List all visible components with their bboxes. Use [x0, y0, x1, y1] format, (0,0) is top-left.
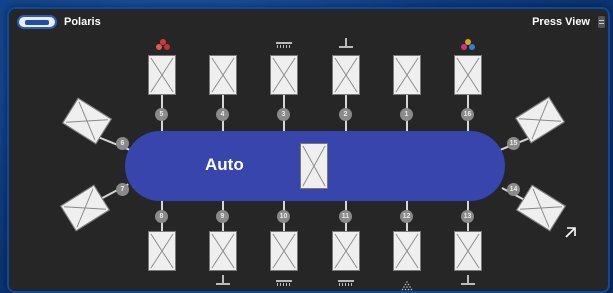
press-view-panel: Polaris Press View Auto 5 4 3 2 1 16 8 9…: [7, 7, 610, 293]
slot-number-badge: 8: [155, 210, 168, 223]
top-bar: Polaris Press View: [7, 7, 610, 35]
rail-heater-icon: [276, 279, 292, 287]
slot-1[interactable]: [393, 55, 421, 95]
slot-8[interactable]: [148, 231, 176, 271]
red-tricolor-dots-icon: [156, 39, 170, 51]
bus-slot[interactable]: [300, 143, 328, 189]
slot-10[interactable]: [270, 231, 298, 271]
slot-number-badge: 9: [216, 210, 229, 223]
company-logo: [17, 15, 57, 29]
slot-number-badge: 15: [507, 137, 520, 150]
slot-number-badge: 4: [216, 108, 229, 121]
slot-number-badge: 6: [116, 137, 129, 150]
slot-number-badge: 16: [461, 108, 474, 121]
slot-number-badge: 12: [400, 210, 413, 223]
slot-number-badge: 2: [339, 108, 352, 121]
slot-number-badge: 11: [339, 210, 352, 223]
slot-3[interactable]: [270, 55, 298, 95]
stand-icon: [339, 38, 353, 48]
slot-4[interactable]: [209, 55, 237, 95]
slot-number-badge: 13: [461, 210, 474, 223]
rail-heater-icon: [276, 41, 292, 49]
triangle-dots-icon: [401, 278, 413, 291]
slot-11[interactable]: [332, 231, 360, 271]
slot-12[interactable]: [393, 231, 421, 271]
stand-icon: [461, 275, 475, 285]
slot-number-badge: 1: [400, 108, 413, 121]
multicolor-dots-icon: [461, 39, 475, 51]
slot-14[interactable]: [516, 184, 566, 232]
slot-number-badge: 10: [277, 210, 290, 223]
slot-2[interactable]: [332, 55, 360, 95]
slot-6[interactable]: [62, 97, 112, 145]
rail-heater-icon: [338, 279, 354, 287]
slot-number-badge: 14: [507, 183, 520, 196]
stand-icon: [216, 275, 230, 285]
slot-number-badge: 3: [277, 108, 290, 121]
slot-number-badge: 7: [116, 183, 129, 196]
slot-16[interactable]: [454, 55, 482, 95]
menu-icon[interactable]: [598, 16, 605, 28]
slot-5[interactable]: [148, 55, 176, 95]
slot-7[interactable]: [60, 184, 110, 232]
view-label[interactable]: Press View: [532, 16, 590, 28]
mouse-cursor-icon: [564, 225, 578, 239]
slot-9[interactable]: [209, 231, 237, 271]
bus-label: Auto: [205, 155, 244, 174]
slot-15[interactable]: [515, 96, 565, 144]
slot-13[interactable]: [454, 231, 482, 271]
app-title: Polaris: [64, 16, 101, 28]
slot-number-badge: 5: [155, 108, 168, 121]
